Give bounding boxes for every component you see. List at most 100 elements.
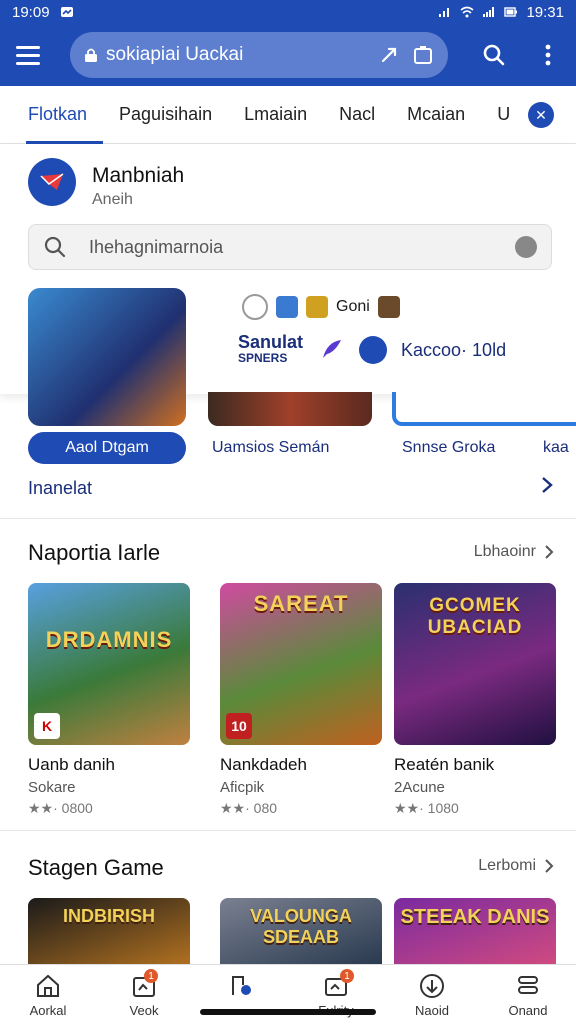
category-tabs: Flotkan Paguisihain Lmaiain Nacl Mcaian … [0,86,576,144]
tab-2[interactable]: Lmaiain [228,86,323,144]
tab-5[interactable]: U [481,86,526,144]
game-card-art[interactable]: INDBIRISH [28,898,190,964]
nav-label: Veok [129,1003,159,1018]
promo-logo-icon[interactable] [359,336,388,364]
game-card-art[interactable]: STEEAK DANIS [394,898,556,964]
featured-label-3[interactable]: kaa [543,439,569,457]
game-card-name: Reatén banik [394,755,495,774]
nav-item-offers[interactable]: 1 Fulrity [288,965,384,1024]
status-bar: 19:09 19:31 [0,0,576,24]
chevron-right-icon [545,859,554,873]
featured-game-art-2[interactable] [208,392,372,426]
game-card-rating: ★★· 1080 [394,800,459,816]
game-card[interactable]: SAREAT 10 Nankdadeh Aficpik ★★· 080 [220,583,382,817]
game-card-art-title: VALOUNGA SDEAAB [250,906,352,947]
trophy-icon[interactable] [306,296,328,318]
more-vert-icon[interactable] [536,43,560,67]
game-card-art-title: SAREAT [253,591,349,616]
featured-game-art-3[interactable] [392,392,576,426]
game-card[interactable]: DRDAMNIS K Uanb danih Sokare ★★· 0800 [28,583,190,817]
game-card-category: Aficpik [220,779,265,796]
nav-item-home[interactable]: Aorkal [0,965,96,1024]
signal-bars-icon [483,7,495,17]
tab-3[interactable]: Nacl [323,86,391,144]
status-time-right: 19:31 [526,3,564,21]
library-icon [518,976,538,994]
game-card-rating: ★★· 0800 [28,800,93,816]
search-icon[interactable] [482,43,506,67]
search-field[interactable]: Ihehagnimarnoia [28,224,552,270]
promo-row: Sanulat SPNERS Kaccoo· 10ld [238,332,506,366]
game-card-name: Uanb danih [28,755,115,774]
voice-search-icon[interactable] [515,236,537,258]
game-card-art: SAREAT 10 [220,583,382,745]
hamburger-menu-icon[interactable] [16,40,46,70]
apps-icon [232,976,251,995]
promo-brand-bottom: SPNERS [238,351,288,365]
promo-right-text[interactable]: Kaccoo· 10ld [401,340,506,361]
game-card-category: Sokare [28,779,76,796]
chevron-right-icon[interactable] [540,476,554,494]
app-logo-icon [28,158,76,206]
bottom-navigation: Aorkal 1 Veok 1 Fulrity Naoid Onand [0,964,576,1024]
section-more-label-1: Lbhaoinr [473,543,536,560]
feather-icon[interactable] [317,336,345,364]
nav-item-games[interactable]: 1 Veok [96,965,192,1024]
address-bar[interactable]: sokiapiai Uackai [70,32,448,78]
home-icon [37,974,59,997]
divider [0,518,576,519]
app-subtitle: Aneih [92,191,133,208]
promo-brand-top: Sanulat [238,332,304,352]
game-card-art-title: INDBIRISH [62,906,155,926]
nav-badge: 1 [340,969,354,983]
download-icon [420,974,444,998]
tab-0[interactable]: Flotkan [0,86,104,144]
quick-label[interactable]: Goni [336,298,370,316]
section-more-2[interactable]: Lerbomi [478,857,554,875]
nav-label: Onand [508,1003,548,1018]
game-card-name: Nankdadeh [220,755,307,774]
game-card-art: GCOMEK UBACIAD [394,583,556,745]
featured-label-1[interactable]: Uamsios Semán [212,439,329,457]
share-icon[interactable] [378,44,400,66]
chevron-right-icon [545,545,554,559]
game-card[interactable]: GCOMEK UBACIAD Reatén banik 2Acune ★★· 1… [394,583,556,817]
game-card-art: DRDAMNIS K [28,583,190,745]
tab-1[interactable]: Paguisihain [103,86,228,144]
address-text: sokiapiai Uackai [106,44,244,65]
nav-item-library[interactable]: Onand [480,965,576,1024]
featured-label-2[interactable]: Snnse Groka [402,439,495,457]
status-time-left: 19:09 [12,3,50,21]
quick-actions-right: Goni [242,294,400,320]
section-more-1[interactable]: Lbhaoinr [474,543,554,561]
game-card-art[interactable]: VALOUNGA SDEAAB [220,898,382,964]
game-card-art-title: DRDAMNIS [45,627,173,652]
featured-game-art[interactable] [28,288,186,426]
game-card-category: 2Acune [394,779,445,796]
featured-action-button[interactable]: Aaol Dtgam [28,432,186,464]
notification-icon [60,7,73,17]
game-thumb-icon[interactable] [276,296,298,318]
nav-item-apps[interactable] [192,965,288,1024]
tabs-icon[interactable] [412,44,434,66]
timer-icon[interactable] [242,294,268,320]
promo-brand[interactable]: Sanulat SPNERS [238,332,304,366]
battery-icon [504,7,518,17]
divider [0,830,576,831]
tab-4[interactable]: Mcaian [391,86,481,144]
section-more-label-2: Lerbomi [478,857,536,874]
search-placeholder: Ihehagnimarnoia [89,236,224,257]
nav-badge: 1 [144,969,158,983]
nav-label: Naoid [415,1003,449,1018]
app-name: Manbniah [92,164,185,187]
chest-icon[interactable] [377,296,400,318]
nav-label: Aorkal [29,1003,67,1018]
section-title-2: Stagen Game [28,855,164,880]
featured-more-link[interactable]: Inanelat [28,478,92,499]
home-indicator[interactable] [200,1009,376,1015]
age-rating-badge: 10 [226,713,252,739]
tabs-overflow-icon[interactable]: ✕ [528,102,554,128]
age-rating-badge: K [34,713,60,739]
lock-icon [85,48,97,62]
nav-item-downloads[interactable]: Naoid [384,965,480,1024]
